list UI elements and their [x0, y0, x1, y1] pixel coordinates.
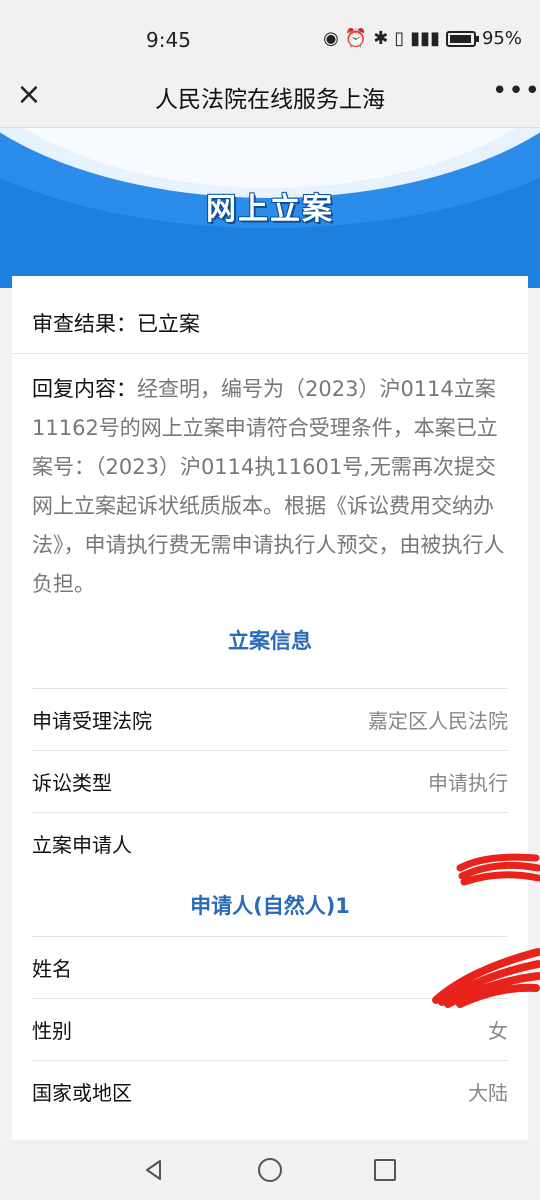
- review-result-row: 审查结果：已立案: [12, 276, 528, 354]
- recent-apps-icon[interactable]: [374, 1159, 396, 1181]
- reply-block: 回复内容：经查明，编号为（2023）沪0114立案11162号的网上立案申请符合…: [12, 354, 528, 604]
- reply-label: 回复内容：: [32, 377, 137, 401]
- review-result-value: 已立案: [137, 312, 200, 336]
- signal-icon: ▮▮▮: [410, 28, 440, 49]
- case-row-value: 申请执行: [428, 771, 508, 795]
- review-result-label: 审查结果：: [32, 312, 137, 336]
- banner: 网上立案: [0, 128, 540, 288]
- more-button[interactable]: •••: [492, 76, 540, 110]
- applicant-row-value: 大陆: [468, 1081, 508, 1105]
- home-icon[interactable]: [258, 1158, 282, 1182]
- status-icons: ◉ ⏰ ✱ ▯ ▮▮▮ 95%: [323, 28, 522, 49]
- battery-percent: 95%: [481, 28, 522, 49]
- more-icon: •••: [492, 76, 540, 106]
- applicant-row-key: 姓名: [32, 957, 72, 981]
- redaction-scribble-applicant: [456, 853, 540, 886]
- case-row-key: 诉讼类型: [32, 771, 112, 795]
- page-title: 人民法院在线服务上海: [155, 87, 385, 113]
- case-row-type: 诉讼类型 申请执行: [32, 750, 508, 812]
- case-row-key: 立案申请人: [32, 833, 132, 857]
- case-row-value: 嘉定区人民法院: [368, 709, 508, 733]
- applicant-row-value: 女: [488, 1019, 508, 1043]
- case-row-court: 申请受理法院 嘉定区人民法院: [32, 688, 508, 750]
- applicant-row-key: 国家或地区: [32, 1081, 132, 1105]
- status-time: 9:45: [146, 28, 191, 52]
- case-row-applicant: 立案申请人: [32, 812, 508, 874]
- applicant-row-region: 国家或地区 大陆: [32, 1060, 508, 1122]
- eye-icon: ◉: [323, 28, 339, 49]
- reply-content: 经查明，编号为（2023）沪0114立案11162号的网上立案申请符合受理条件，…: [32, 377, 505, 596]
- bluetooth-icon: ✱: [373, 28, 389, 49]
- section-applicant: 申请人(自然人)1: [190, 894, 350, 918]
- battery-icon: [445, 30, 479, 47]
- alarm-icon: ⏰: [344, 28, 368, 49]
- banner-title: 网上立案: [206, 192, 334, 227]
- section-case-info: 立案信息: [228, 629, 312, 653]
- back-icon[interactable]: [142, 1158, 166, 1182]
- case-row-key: 申请受理法院: [32, 709, 152, 733]
- system-nav-bar: [0, 1140, 540, 1200]
- applicant-row-key: 性别: [32, 1019, 72, 1043]
- redaction-scribble-name: [432, 948, 540, 1008]
- filing-detail-card: 审查结果：已立案 回复内容：经查明，编号为（2023）沪0114立案11162号…: [12, 276, 528, 1140]
- title-bar: × 人民法院在线服务上海 •••: [0, 66, 540, 128]
- vibrate-icon: ▯: [394, 28, 405, 49]
